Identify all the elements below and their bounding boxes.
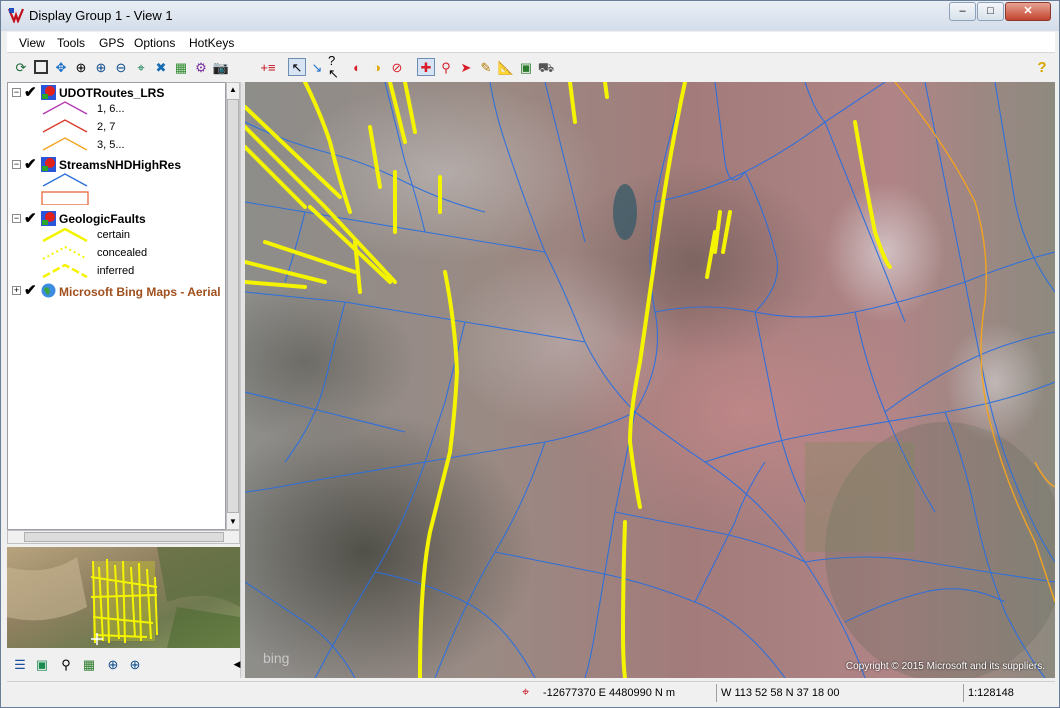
toolbar: ⟳ ✥ ⊕ ⊕ ⊖ ⌖ ✖ ▦ ⚙ 📷 +≡ ↖ ↘ ?↖ ◐ ◑ ⊘ ✚ ⚲ … xyxy=(7,54,1055,81)
expand-toggle[interactable]: + xyxy=(12,286,21,295)
overview-map[interactable] xyxy=(7,547,240,648)
move-icon[interactable]: ✚ xyxy=(417,58,435,76)
layers-list-icon[interactable]: ☰ xyxy=(11,655,29,673)
application-window: Display Group 1 - View 1 – □ ✕ View Tool… xyxy=(0,0,1060,708)
expand-toggle[interactable]: − xyxy=(12,214,21,223)
pan-icon[interactable]: ✥ xyxy=(52,58,70,76)
add-layer-icon[interactable]: +≡ xyxy=(259,58,277,76)
paint-icon[interactable]: ◐ xyxy=(348,58,366,76)
app-icon xyxy=(8,8,24,23)
visibility-checkbox[interactable]: ✔ xyxy=(24,85,37,100)
legend-horizontal-scrollbar[interactable] xyxy=(7,530,240,544)
expand-toggle[interactable]: − xyxy=(12,88,21,97)
overview-layers-icon[interactable]: ▣ xyxy=(33,655,51,673)
menu-gps[interactable]: GPS xyxy=(99,36,124,50)
coordinate-tool-icon[interactable]: ⌖ xyxy=(522,684,529,700)
visibility-checkbox[interactable]: ✔ xyxy=(24,157,37,172)
snapshot-icon[interactable]: 📷 xyxy=(212,58,230,76)
map-scale[interactable]: 1:128148 xyxy=(963,684,1055,702)
vector-layer-icon xyxy=(41,157,56,172)
scroll-thumb[interactable] xyxy=(227,99,239,513)
symbol-label: 3, 5... xyxy=(97,139,125,151)
zoom-in-icon[interactable]: ⊕ xyxy=(104,655,122,673)
menu-options[interactable]: Options xyxy=(134,36,175,50)
symbol-label: 1, 6... xyxy=(97,103,125,115)
gps-icon[interactable]: ⛟ xyxy=(537,58,555,76)
geographic-coordinates: W 113 52 58 N 37 18 00 xyxy=(716,684,966,702)
scroll-thumb[interactable] xyxy=(24,532,224,542)
status-bar: ⌖ -12677370 E 4480990 N m W 113 52 58 N … xyxy=(7,681,1055,702)
visibility-checkbox[interactable]: ✔ xyxy=(24,211,37,226)
scroll-up-icon[interactable]: ▲ xyxy=(227,83,239,97)
legend-vertical-scrollbar[interactable]: ▲ ▼ xyxy=(226,82,240,530)
zoom-layer-icon[interactable]: ✖ xyxy=(152,58,170,76)
paint-2-icon[interactable]: ◑ xyxy=(368,58,386,76)
layer-name-faults[interactable]: GeologicFaults xyxy=(59,212,146,226)
map-copyright: Copyright © 2015 Microsoft and its suppl… xyxy=(845,661,1045,672)
close-button[interactable]: ✕ xyxy=(1005,2,1051,21)
help-icon[interactable]: ? xyxy=(1033,58,1051,76)
zoom-out-icon[interactable]: ⊖ xyxy=(112,58,130,76)
fault-certain-symbol xyxy=(42,228,88,242)
status-message xyxy=(7,684,517,702)
route-symbol-3 xyxy=(42,137,88,151)
collapse-arrow-icon[interactable]: ◀ xyxy=(228,655,246,673)
symbol-label: concealed xyxy=(97,247,148,259)
map-canvas[interactable] xyxy=(245,82,1055,678)
symbol-label: certain xyxy=(97,229,131,241)
find-icon[interactable]: ⚲ xyxy=(437,58,455,76)
title-bar[interactable]: Display Group 1 - View 1 – □ ✕ xyxy=(1,1,1059,31)
projected-coordinates: -12677370 E 4480990 N m xyxy=(543,687,676,699)
overview-toolbar: ☰ ▣ ⚲ ▦ ⊕ ⊕ ◀ xyxy=(7,651,240,678)
zoom-box-icon[interactable]: ⊕ xyxy=(72,58,90,76)
vector-layer-icon xyxy=(41,85,56,100)
menu-bar: View Tools GPS Options HotKeys xyxy=(7,32,1055,53)
legend-select-icon[interactable]: ↖ xyxy=(288,58,306,76)
legend-panel: − ✔ UDOTRoutes_LRS 1, 6... 2, 7 3, 5... … xyxy=(7,82,226,530)
zoom-in-icon[interactable]: ⊕ xyxy=(92,58,110,76)
help-pointer-icon[interactable]: ?↖ xyxy=(328,54,346,80)
route-symbol-2 xyxy=(42,119,88,133)
window-title: Display Group 1 - View 1 xyxy=(29,8,173,23)
overview-extent-icon[interactable]: ▦ xyxy=(80,655,98,673)
layer-name-streams[interactable]: StreamsNHDHighRes xyxy=(59,158,181,172)
fault-inferred-symbol xyxy=(42,264,88,278)
stream-polygon-symbol xyxy=(41,191,89,205)
redraw-icon[interactable]: ⟳ xyxy=(12,58,30,76)
minimize-button[interactable]: – xyxy=(949,2,976,21)
find-icon[interactable]: ⚲ xyxy=(57,655,75,673)
ruler-icon[interactable]: 📐 xyxy=(497,58,515,76)
route-symbol-1 xyxy=(42,101,88,115)
visibility-checkbox[interactable]: ✔ xyxy=(24,283,37,298)
symbol-label: inferred xyxy=(97,265,135,277)
menu-tools[interactable]: Tools xyxy=(57,36,85,50)
stream-line-symbol xyxy=(42,173,88,187)
fault-concealed-symbol xyxy=(42,246,88,260)
maximize-button[interactable]: □ xyxy=(977,2,1004,21)
bing-watermark: bing xyxy=(263,650,290,666)
menu-hotkeys[interactable]: HotKeys xyxy=(189,36,234,50)
stop-icon[interactable]: ⊘ xyxy=(388,58,406,76)
select-icon[interactable]: ➤ xyxy=(457,58,475,76)
scroll-down-icon[interactable]: ▼ xyxy=(227,515,239,529)
profile-icon[interactable]: ▣ xyxy=(517,58,535,76)
scale-icon[interactable]: ⚙ xyxy=(192,58,210,76)
vector-layer-icon xyxy=(41,211,56,226)
full-view-icon[interactable] xyxy=(32,58,50,76)
layer-name-udot-routes[interactable]: UDOTRoutes_LRS xyxy=(59,86,164,100)
zoom-to-icon[interactable]: ⌖ xyxy=(132,58,150,76)
map-view[interactable]: bing Copyright © 2015 Microsoft and its … xyxy=(245,82,1055,678)
layer-name-bing-aerial[interactable]: Microsoft Bing Maps - Aerial xyxy=(59,285,221,299)
sketch-icon[interactable]: ✎ xyxy=(477,58,495,76)
expand-toggle[interactable]: − xyxy=(12,160,21,169)
menu-view[interactable]: View xyxy=(19,36,45,50)
globe-icon xyxy=(41,283,56,298)
identify-icon[interactable]: ↘ xyxy=(308,58,326,76)
zoom-in-2-icon[interactable]: ⊕ xyxy=(126,655,144,673)
layers-icon[interactable]: ▦ xyxy=(172,58,190,76)
symbol-label: 2, 7 xyxy=(97,121,116,133)
